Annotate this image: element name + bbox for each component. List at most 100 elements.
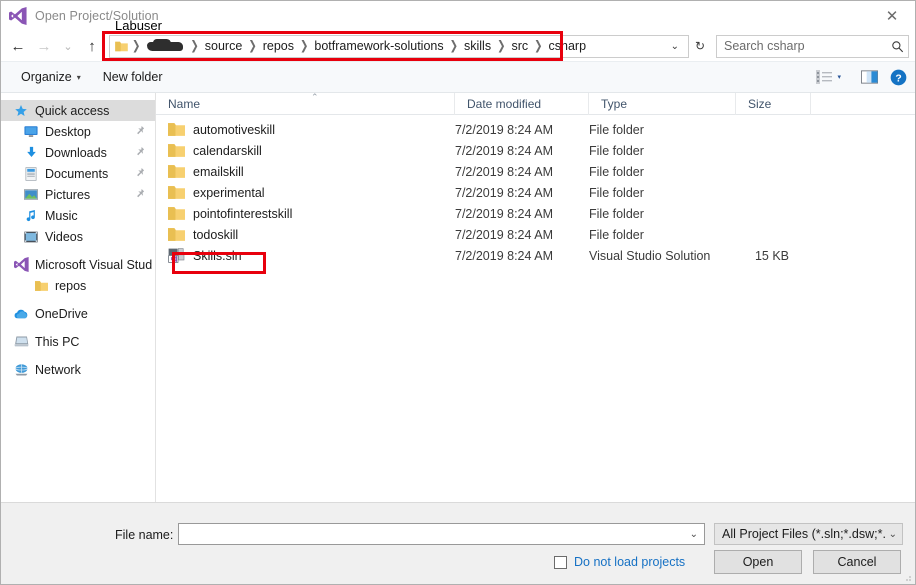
file-name: emailskill (193, 164, 244, 179)
pin-icon[interactable] (134, 146, 145, 158)
column-header-label: Date modified (467, 96, 542, 111)
do-not-load-projects-label: Do not load projects (574, 555, 686, 569)
table-row-skills-sln[interactable]: Skills.sln 7/2/2019 8:24 AM Visual Studi… (156, 245, 915, 266)
address-bar[interactable]: ❯ ❯ source ❯ repos ❯ botframework-soluti… (109, 34, 689, 58)
sidebar-item-label: Downloads (45, 145, 107, 160)
sidebar-item-microsoft-visual-studio[interactable]: Microsoft Visual Stud (1, 254, 155, 275)
pin-icon[interactable] (134, 125, 145, 137)
visual-studio-icon (9, 7, 27, 25)
sidebar-item-repos[interactable]: repos (1, 275, 155, 296)
resize-grip-icon[interactable] (902, 572, 912, 582)
column-header-name[interactable]: Name ⌃ (156, 91, 455, 115)
breadcrumb-user-redacted[interactable] (147, 39, 184, 51)
search-input[interactable]: Search csharp (716, 34, 909, 58)
sort-ascending-icon: ⌃ (311, 91, 319, 102)
document-icon (23, 166, 39, 182)
breadcrumb-separator: ❯ (497, 39, 506, 53)
file-size: 15 KB (754, 248, 789, 263)
up-button[interactable]: ↑ (79, 33, 105, 59)
file-type: File folder (589, 227, 644, 242)
sidebar-item-label: repos (55, 278, 87, 293)
sidebar-item-label: Desktop (45, 124, 91, 139)
cancel-button-label: Cancel (837, 555, 877, 569)
sidebar-item-desktop[interactable]: Desktop (1, 121, 155, 142)
file-type: File folder (589, 164, 644, 179)
file-name-cell: experimental (156, 185, 455, 200)
sidebar-divider (1, 296, 155, 303)
folder-icon (115, 41, 128, 51)
breadcrumb-botframework-solutions[interactable]: botframework-solutions (311, 39, 446, 53)
file-name-cell: todoskill (156, 227, 455, 242)
file-date: 7/2/2019 8:24 AM (455, 185, 553, 200)
sidebar-item-documents[interactable]: Documents (1, 163, 155, 184)
close-button[interactable]: ✕ (869, 1, 915, 31)
sidebar-item-music[interactable]: Music (1, 205, 155, 226)
file-name: Skills.sln (193, 248, 242, 263)
column-header-type[interactable]: Type (589, 92, 736, 115)
breadcrumb-source[interactable]: source (202, 39, 246, 53)
search-placeholder: Search csharp (724, 39, 805, 53)
preview-pane-icon[interactable] (861, 70, 878, 84)
view-dropdown-icon[interactable]: ▾ (834, 73, 849, 81)
breadcrumb-repos[interactable]: repos (260, 39, 297, 53)
sidebar-item-onedrive[interactable]: OneDrive (1, 303, 155, 324)
folder-icon (168, 123, 185, 136)
table-row[interactable]: automotiveskill 7/2/2019 8:24 AM File fo… (156, 119, 915, 140)
sidebar-item-label: Network (35, 362, 81, 377)
table-row[interactable]: pointofinterestskill 7/2/2019 8:24 AM Fi… (156, 203, 915, 224)
forward-button[interactable]: → (31, 33, 57, 59)
file-name-cell: calendarskill (156, 143, 455, 158)
recent-locations-button[interactable]: ⌄ (57, 33, 79, 59)
file-type: Visual Studio Solution (589, 248, 711, 263)
sidebar-item-videos[interactable]: Videos (1, 226, 155, 247)
file-type: File folder (589, 206, 644, 221)
download-icon (23, 145, 39, 161)
table-row[interactable]: todoskill 7/2/2019 8:24 AM File folder (156, 224, 915, 245)
sidebar-item-pictures[interactable]: Pictures (1, 184, 155, 205)
file-list-pane: Name ⌃ Date modified Type Size automotiv… (156, 91, 915, 502)
table-row[interactable]: experimental 7/2/2019 8:24 AM File folde… (156, 182, 915, 203)
breadcrumb-csharp[interactable]: csharp (546, 39, 590, 53)
file-name-input[interactable]: ⌄ (178, 523, 705, 545)
breadcrumb-src[interactable]: src (508, 39, 531, 53)
new-folder-button[interactable]: New folder (95, 67, 171, 87)
table-row[interactable]: calendarskill 7/2/2019 8:24 AM File fold… (156, 140, 915, 161)
do-not-load-projects-checkbox[interactable]: Do not load projects (554, 555, 685, 569)
column-header-size[interactable]: Size (736, 92, 811, 115)
file-date: 7/2/2019 8:24 AM (455, 227, 553, 242)
star-icon (13, 103, 29, 119)
folder-icon (33, 278, 49, 294)
breadcrumb-skills[interactable]: skills (461, 39, 494, 53)
pin-icon[interactable] (134, 188, 145, 200)
desktop-icon (23, 124, 39, 140)
chevron-down-icon[interactable]: ⌄ (690, 529, 698, 540)
sidebar-item-label: Microsoft Visual Stud (35, 257, 153, 272)
view-options-icon[interactable] (816, 70, 833, 84)
sidebar-item-this-pc[interactable]: This PC (1, 331, 155, 352)
breadcrumb-separator: ❯ (299, 39, 309, 53)
address-dropdown-icon[interactable]: ⌄ (664, 41, 686, 52)
sidebar-item-quick-access[interactable]: Quick access (1, 100, 155, 121)
close-icon: ✕ (885, 8, 899, 25)
chevron-down-icon: ⌄ (888, 528, 897, 540)
sidebar-item-network[interactable]: Network (1, 359, 155, 380)
file-name-cell: pointofinterestskill (156, 206, 455, 221)
help-icon[interactable]: ? (890, 69, 907, 86)
cancel-button[interactable]: Cancel (813, 550, 901, 574)
table-row[interactable]: emailskill 7/2/2019 8:24 AM File folder (156, 161, 915, 182)
open-button[interactable]: Open (714, 550, 802, 574)
open-project-solution-dialog: Open Project/Solution ✕ ← → ⌄ ↑ ❯ ❯ sour… (0, 0, 916, 585)
file-date: 7/2/2019 8:24 AM (455, 206, 553, 221)
checkbox-box[interactable] (554, 555, 567, 569)
refresh-button[interactable]: ↻ (689, 36, 711, 57)
column-header-date-modified[interactable]: Date modified (455, 92, 589, 115)
column-headers: Name ⌃ Date modified Type Size (156, 91, 915, 115)
back-button[interactable]: ← (5, 33, 31, 59)
organize-button[interactable]: Organize ▾ (13, 67, 89, 87)
sidebar-divider (1, 352, 155, 359)
navigation-sidebar: Quick access Desktop Downloads Documents… (1, 93, 156, 502)
file-type-filter-dropdown[interactable]: All Project Files (*.sln;*.dsw;*.vcv ⌄ (714, 523, 903, 545)
folder-icon (168, 144, 185, 157)
sidebar-item-downloads[interactable]: Downloads (1, 142, 155, 163)
pin-icon[interactable] (134, 167, 145, 179)
